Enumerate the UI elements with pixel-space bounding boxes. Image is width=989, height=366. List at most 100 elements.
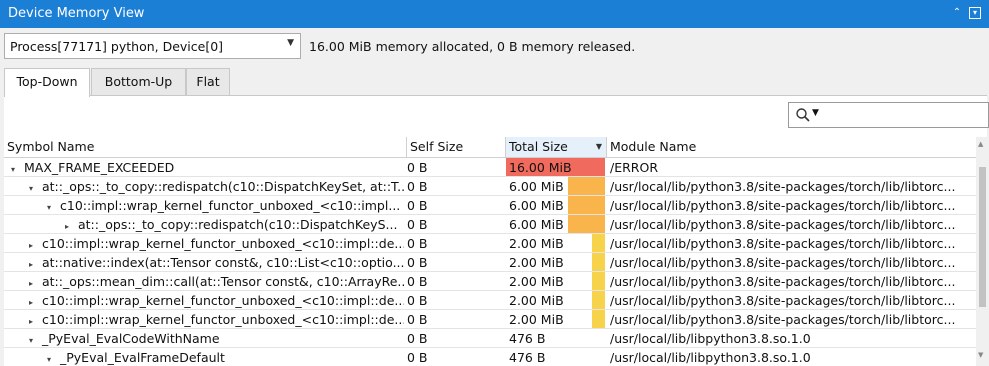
tab-flat-label: Flat — [196, 74, 220, 89]
total-size-bar — [592, 253, 605, 271]
table-row[interactable]: ▸ at::_ops::_to_copy::redispatch(c10::Dis… — [4, 215, 976, 234]
self-size-cell: 0 B — [407, 198, 428, 213]
module-name-cell: /usr/local/lib/python3.8/site-packages/t… — [610, 236, 956, 251]
tree-collapsed-icon[interactable]: ▸ — [26, 255, 36, 272]
table-row[interactable]: ▾ at::_ops::_to_copy::redispatch(c10::Dis… — [4, 177, 976, 196]
module-name-cell: /usr/local/lib/python3.8/site-packages/t… — [610, 217, 956, 232]
symbol-cell: ▸ c10::impl::wrap_kernel_functor_unboxed_… — [4, 310, 404, 329]
vertical-scrollbar[interactable]: ▲ ▼ — [976, 137, 989, 366]
tab-bottom-up[interactable]: Bottom-Up — [91, 68, 186, 96]
tree-collapsed-icon[interactable]: ▸ — [62, 217, 72, 234]
self-size-cell: 0 B — [407, 331, 428, 346]
module-name-cell: /usr/local/lib/python3.8/site-packages/t… — [610, 274, 956, 289]
module-name-cell: /usr/local/lib/python3.8/site-packages/t… — [610, 255, 956, 270]
symbol-cell: ▸ c10::impl::wrap_kernel_functor_unboxed_… — [4, 234, 404, 253]
tab-top-down-label: Top-Down — [16, 74, 78, 89]
total-size-bar — [592, 272, 605, 290]
collapse-panel-icon[interactable]: ⌃ — [951, 7, 963, 19]
total-size-bar — [568, 196, 605, 214]
table-row[interactable]: ▸ at::_ops::mean_dim::call(at::Tensor con… — [4, 272, 976, 291]
tree-collapsed-icon[interactable]: ▸ — [26, 236, 36, 253]
column-header-symbol[interactable]: Symbol Name — [4, 137, 407, 157]
column-header-self-size[interactable]: Self Size — [407, 137, 506, 157]
panel-menu-icon[interactable]: ▾ — [969, 7, 981, 19]
total-size-value: 2.00 MiB — [509, 236, 564, 251]
total-size-value: 2.00 MiB — [509, 312, 564, 327]
symbol-name: at::native::index(at::Tensor const&, c10… — [42, 255, 404, 270]
sort-descending-icon: ▼ — [595, 142, 602, 151]
self-size-cell: 0 B — [407, 293, 428, 308]
tab-bottom-up-label: Bottom-Up — [104, 74, 173, 89]
total-size-value: 476 B — [509, 350, 546, 365]
scrollbar-thumb[interactable] — [979, 167, 986, 307]
total-size-cell: 476 B — [506, 348, 605, 366]
total-size-bar — [592, 291, 605, 309]
total-size-cell: 6.00 MiB — [506, 215, 605, 234]
self-size-cell: 0 B — [407, 179, 428, 194]
self-size-cell: 0 B — [407, 312, 428, 327]
total-size-cell: 6.00 MiB — [506, 177, 605, 196]
symbol-name: at::_ops::_to_copy::redispatch(c10::Disp… — [78, 217, 398, 232]
table-row[interactable]: ▾ _PyEval_EvalFrameDefault 0 B 476 B/usr/lo… — [4, 348, 976, 366]
self-size-cell: 0 B — [407, 160, 428, 175]
total-size-cell: 476 B — [506, 329, 605, 348]
symbol-cell: ▾ at::_ops::_to_copy::redispatch(c10::Dis… — [4, 177, 404, 196]
total-size-value: 476 B — [509, 331, 546, 346]
table-row[interactable]: ▾ MAX_FRAME_EXCEEDED 0 B 16.00 MiB/ERROR — [4, 158, 976, 177]
column-header-symbol-label: Symbol Name — [7, 139, 95, 154]
column-header-total-size[interactable]: Total Size ▼ — [506, 137, 607, 157]
symbol-name: at::_ops::mean_dim::call(at::Tensor cons… — [42, 274, 404, 289]
window-title-bar: Device Memory View ⌃ ▾ — [0, 0, 989, 28]
tree-collapsed-icon[interactable]: ▸ — [26, 293, 36, 310]
symbol-name: at::_ops::_to_copy::redispatch(c10::Disp… — [42, 179, 404, 194]
symbol-cell: ▸ at::_ops::mean_dim::call(at::Tensor con… — [4, 272, 404, 291]
total-size-value: 2.00 MiB — [509, 293, 564, 308]
total-size-bar — [592, 310, 605, 328]
table-row[interactable]: ▾ _PyEval_EvalCodeWithName 0 B 476 B/usr/lo… — [4, 329, 976, 348]
search-icon — [796, 108, 810, 122]
tree-expanded-icon[interactable]: ▾ — [44, 198, 54, 215]
tree-collapsed-icon[interactable]: ▸ — [26, 312, 36, 329]
symbol-cell: ▸ at::native::index(at::Tensor const&, c1… — [4, 253, 404, 272]
symbol-name: _PyEval_EvalFrameDefault — [60, 350, 225, 365]
scroll-down-icon[interactable]: ▼ — [978, 351, 983, 359]
tree-expanded-icon[interactable]: ▾ — [44, 350, 54, 366]
scroll-up-icon[interactable]: ▲ — [978, 140, 983, 148]
tree-collapsed-icon[interactable]: ▸ — [26, 274, 36, 291]
table-row[interactable]: ▸ c10::impl::wrap_kernel_functor_unboxed_… — [4, 291, 976, 310]
column-header-total-size-label: Total Size — [509, 139, 568, 154]
module-name-cell: /usr/local/lib/libpython3.8.so.1.0 — [610, 331, 811, 346]
self-size-cell: 0 B — [407, 350, 428, 365]
total-size-cell: 2.00 MiB — [506, 234, 605, 253]
symbol-cell: ▾ MAX_FRAME_EXCEEDED — [4, 158, 404, 177]
total-size-bar — [592, 234, 605, 252]
tree-expanded-icon[interactable]: ▾ — [8, 160, 18, 177]
column-header-module[interactable]: Module Name — [607, 137, 976, 157]
total-size-cell: 2.00 MiB — [506, 310, 605, 329]
table-row[interactable]: ▸ at::native::index(at::Tensor const&, c1… — [4, 253, 976, 272]
chevron-down-icon: ▼ — [287, 38, 294, 48]
search-options-icon[interactable]: ▼ — [812, 108, 819, 118]
tab-flat[interactable]: Flat — [186, 68, 230, 96]
total-size-value: 16.00 MiB — [509, 160, 572, 175]
total-size-cell: 6.00 MiB — [506, 196, 605, 215]
table-row[interactable]: ▾ c10::impl::wrap_kernel_functor_unboxed_… — [4, 196, 976, 215]
search-box[interactable]: ▼ — [788, 102, 989, 128]
memory-summary-text: 16.00 MiB memory allocated, 0 B memory r… — [309, 39, 636, 54]
total-size-cell: 2.00 MiB — [506, 291, 605, 310]
tree-expanded-icon[interactable]: ▾ — [26, 179, 36, 196]
table-row[interactable]: ▸ c10::impl::wrap_kernel_functor_unboxed_… — [4, 310, 976, 329]
total-size-value: 2.00 MiB — [509, 255, 564, 270]
module-name-cell: /usr/local/lib/libpython3.8.so.1.0 — [610, 350, 811, 365]
process-device-select[interactable]: Process[77171] python, Device[0] ▼ — [4, 33, 301, 59]
tab-top-down[interactable]: Top-Down — [4, 68, 90, 97]
total-size-cell: 2.00 MiB — [506, 272, 605, 291]
table-row[interactable]: ▸ c10::impl::wrap_kernel_functor_unboxed_… — [4, 234, 976, 253]
self-size-cell: 0 B — [407, 217, 428, 232]
total-size-value: 6.00 MiB — [509, 198, 564, 213]
window-title: Device Memory View — [8, 6, 145, 21]
module-name-cell: /usr/local/lib/python3.8/site-packages/t… — [610, 198, 956, 213]
total-size-value: 6.00 MiB — [509, 179, 564, 194]
tree-expanded-icon[interactable]: ▾ — [26, 331, 36, 348]
module-name-cell: /ERROR — [610, 160, 659, 175]
